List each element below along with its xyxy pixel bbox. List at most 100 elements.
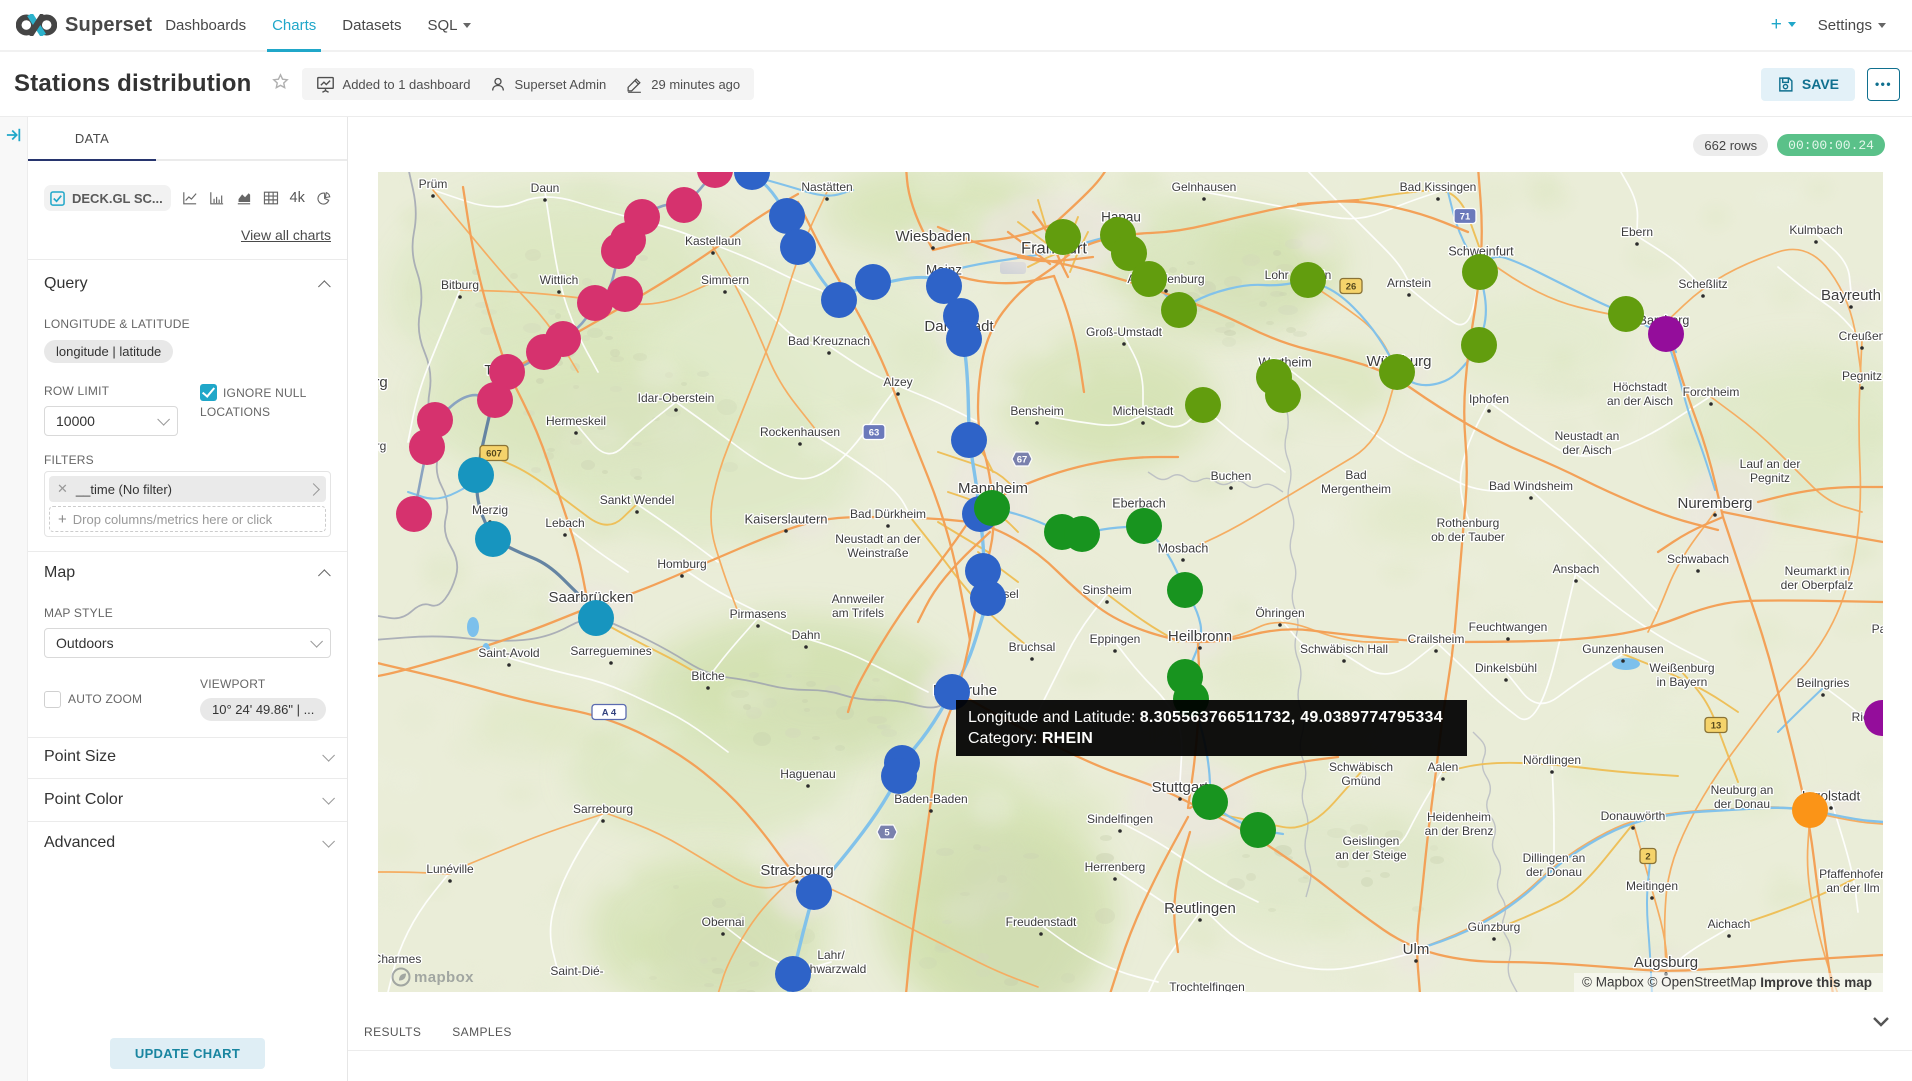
svg-text:Lebach: Lebach xyxy=(545,516,584,530)
svg-text:Pegnitz: Pegnitz xyxy=(1750,471,1790,485)
svg-text:Gelnhausen: Gelnhausen xyxy=(1172,180,1237,194)
svg-text:an der Steige: an der Steige xyxy=(1335,848,1407,862)
svg-text:Idar-Oberstein: Idar-Oberstein xyxy=(638,391,715,405)
svg-text:Lauf an der: Lauf an der xyxy=(1740,457,1801,471)
svg-text:Bad Dürkheim: Bad Dürkheim xyxy=(850,507,926,521)
svg-text:26: 26 xyxy=(1346,282,1357,293)
svg-text:Michelstadt: Michelstadt xyxy=(1113,404,1174,418)
svg-text:Wittlich: Wittlich xyxy=(540,273,579,287)
svg-text:Ansbach: Ansbach xyxy=(1553,562,1600,576)
svg-text:an der Aisch: an der Aisch xyxy=(1607,394,1673,408)
svg-text:an der Brenz: an der Brenz xyxy=(1425,824,1494,838)
svg-text:71: 71 xyxy=(1460,212,1471,223)
svg-text:Schwäbisch: Schwäbisch xyxy=(1329,760,1393,774)
svg-text:Homburg: Homburg xyxy=(657,557,706,571)
svg-text:Neumarkt in: Neumarkt in xyxy=(1785,564,1850,578)
svg-text:Lunéville: Lunéville xyxy=(426,862,474,876)
svg-text:Aichach: Aichach xyxy=(1708,917,1751,931)
svg-text:Freudenstadt: Freudenstadt xyxy=(1006,915,1077,929)
svg-text:Pfaffenhofen: Pfaffenhofen xyxy=(1819,867,1883,881)
svg-text:Pegnitz: Pegnitz xyxy=(1842,369,1882,383)
svg-text:Bitche: Bitche xyxy=(691,669,725,683)
svg-text:Nastätten: Nastätten xyxy=(801,180,852,194)
svg-text:Schwäbisch Hall: Schwäbisch Hall xyxy=(1300,642,1388,656)
svg-text:Simmern: Simmern xyxy=(701,273,749,287)
svg-text:Baden-Baden: Baden-Baden xyxy=(894,792,967,806)
svg-text:Sarrebourg: Sarrebourg xyxy=(573,802,633,816)
svg-text:Öhringen: Öhringen xyxy=(1255,606,1304,620)
svg-text:Wiesbaden: Wiesbaden xyxy=(895,228,970,245)
svg-text:Iphofen: Iphofen xyxy=(1469,392,1509,406)
svg-text:Forchheim: Forchheim xyxy=(1683,385,1740,399)
svg-text:Sarreguemines: Sarreguemines xyxy=(570,644,651,658)
svg-text:Bad: Bad xyxy=(1345,468,1366,482)
svg-text:Kaiserslautern: Kaiserslautern xyxy=(744,511,827,526)
svg-text:Dillingen an: Dillingen an xyxy=(1523,851,1586,865)
svg-text:Haguenau: Haguenau xyxy=(780,767,835,781)
svg-text:Bad Kissingen: Bad Kissingen xyxy=(1400,180,1477,194)
svg-text:Bruchsal: Bruchsal xyxy=(1009,640,1056,654)
svg-text:Bad Kreuznach: Bad Kreuznach xyxy=(788,334,870,348)
svg-text:Gunzenhausen: Gunzenhausen xyxy=(1582,642,1663,656)
svg-text:Sankt Wendel: Sankt Wendel xyxy=(600,493,675,507)
svg-text:Bayreuth: Bayreuth xyxy=(1821,287,1881,304)
svg-text:Weinstraße: Weinstraße xyxy=(847,546,908,560)
svg-text:Nördlingen: Nördlingen xyxy=(1523,753,1581,767)
svg-text:Buchen: Buchen xyxy=(1211,469,1252,483)
svg-text:Kastellaun: Kastellaun xyxy=(685,234,741,248)
svg-text:Neustadt an: Neustadt an xyxy=(1555,429,1620,443)
svg-text:Mosbach: Mosbach xyxy=(1158,541,1209,555)
svg-text:Weißenburg: Weißenburg xyxy=(1649,661,1714,675)
svg-text:Neuburg an: Neuburg an xyxy=(1711,783,1774,797)
svg-text:Pa: Pa xyxy=(1872,622,1883,636)
svg-text:Annweiler: Annweiler xyxy=(832,592,885,606)
svg-text:Ulm: Ulm xyxy=(1403,941,1430,958)
svg-text:der Oberpfalz: der Oberpfalz xyxy=(1781,578,1854,592)
svg-text:Prüm: Prüm xyxy=(419,177,448,191)
svg-text:63: 63 xyxy=(869,428,880,439)
svg-text:Bensheim: Bensheim xyxy=(1010,404,1063,418)
svg-text:Arnstein: Arnstein xyxy=(1387,276,1431,290)
svg-text:Crailsheim: Crailsheim xyxy=(1408,632,1465,646)
svg-text:Groß-Umstadt: Groß-Umstadt xyxy=(1086,325,1163,339)
svg-text:Donauwörth: Donauwörth xyxy=(1601,809,1666,823)
svg-text:Dahn: Dahn xyxy=(792,628,821,642)
svg-text:Neustadt an der: Neustadt an der xyxy=(835,532,920,546)
svg-text:rg: rg xyxy=(378,374,388,391)
svg-text:Saint-Dié-: Saint-Dié- xyxy=(550,964,603,978)
svg-text:Beilngries: Beilngries xyxy=(1797,676,1850,690)
svg-text:der Donau: der Donau xyxy=(1526,865,1582,879)
svg-text:Heilbronn: Heilbronn xyxy=(1168,628,1232,645)
svg-text:Feuchtwangen: Feuchtwangen xyxy=(1469,620,1548,634)
svg-text:Charmes: Charmes xyxy=(378,952,421,966)
svg-text:rg: rg xyxy=(378,439,386,453)
svg-text:2: 2 xyxy=(1645,852,1650,863)
svg-text:Nuremberg: Nuremberg xyxy=(1677,495,1752,512)
svg-text:ob der Tauber: ob der Tauber xyxy=(1431,530,1505,544)
svg-text:Eberbach: Eberbach xyxy=(1112,496,1166,510)
svg-text:Aalen: Aalen xyxy=(1428,760,1459,774)
svg-text:Herrenberg: Herrenberg xyxy=(1085,860,1146,874)
svg-text:© Mapbox © OpenStreetMap Impro: © Mapbox © OpenStreetMap Improve this ma… xyxy=(1582,975,1872,990)
svg-text:Gmünd: Gmünd xyxy=(1341,774,1380,788)
svg-text:Hermeskeil: Hermeskeil xyxy=(546,414,606,428)
svg-text:Daun: Daun xyxy=(531,181,560,195)
svg-text:am Trifels: am Trifels xyxy=(832,606,884,620)
svg-text:der Aisch: der Aisch xyxy=(1562,443,1611,457)
svg-text:Höchstadt: Höchstadt xyxy=(1613,380,1668,394)
svg-text:Mergentheim: Mergentheim xyxy=(1321,482,1391,496)
svg-text:Günzburg: Günzburg xyxy=(1468,920,1521,934)
svg-text:Bitburg: Bitburg xyxy=(441,278,479,292)
svg-text:Merzig: Merzig xyxy=(472,503,508,517)
svg-text:Eppingen: Eppingen xyxy=(1090,632,1141,646)
svg-text:Creußen: Creußen xyxy=(1839,329,1883,343)
svg-text:Lahr/: Lahr/ xyxy=(817,948,845,962)
svg-text:Alzey: Alzey xyxy=(883,375,912,389)
svg-text:an der Ilm: an der Ilm xyxy=(1826,881,1879,895)
svg-text:A 4: A 4 xyxy=(602,708,617,719)
svg-text:Sindelfingen: Sindelfingen xyxy=(1087,812,1153,826)
svg-text:Augsburg: Augsburg xyxy=(1634,954,1698,971)
svg-text:Kulmbach: Kulmbach xyxy=(1789,223,1842,237)
svg-text:Dinkelsbühl: Dinkelsbühl xyxy=(1475,661,1537,675)
svg-text:Obernai: Obernai xyxy=(702,915,745,929)
